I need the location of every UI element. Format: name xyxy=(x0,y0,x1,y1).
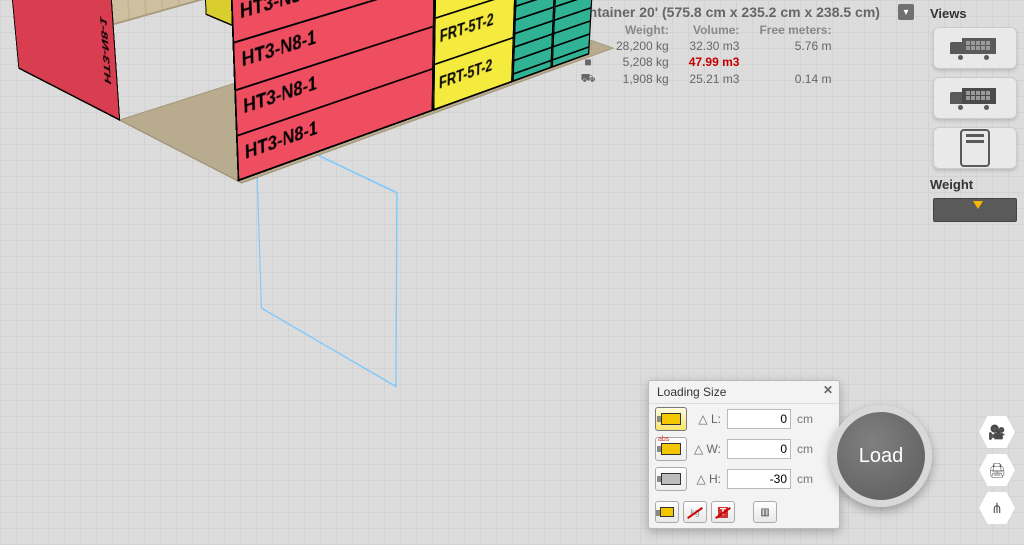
col-weight: Weight: xyxy=(606,22,679,38)
label-H: △ H: xyxy=(693,472,721,486)
weight-title: Weight xyxy=(930,177,1020,192)
input-W[interactable] xyxy=(727,439,791,459)
truck-rear-icon xyxy=(950,86,1000,110)
mode-relative-button[interactable] xyxy=(655,407,687,431)
label-L: △ L: xyxy=(693,412,721,426)
view-top-button[interactable] xyxy=(933,127,1017,169)
tb-no-text-button[interactable]: T xyxy=(711,501,735,523)
truck-side-icon xyxy=(950,36,1000,60)
stats-table: Weight: Volume: Free meters: ⊔ 28,200 kg… xyxy=(570,22,841,88)
label-W: △ W: xyxy=(693,442,721,456)
print-icon[interactable]: 🖨 xyxy=(978,453,1016,487)
load-button[interactable]: Load xyxy=(830,405,932,507)
panel-title: Loading Size xyxy=(657,385,726,399)
viewport-3d[interactable]: HT3-N8-1 HT3-N8-1 HT3-N8-1 HT3-N8-1 HT3-… xyxy=(48,90,708,470)
mode-height-button[interactable] xyxy=(655,467,687,491)
view-rear-button[interactable] xyxy=(933,77,1017,119)
container-title: Container 20' (575.8 cm x 235.2 cm x 238… xyxy=(570,4,880,20)
share-icon[interactable]: ⋔ xyxy=(978,491,1016,525)
tb-split-button[interactable]: ▥ xyxy=(753,501,777,523)
col-volume: Volume: xyxy=(679,22,750,38)
tb-no-weight-button[interactable]: kg xyxy=(683,501,707,523)
views-title: Views xyxy=(930,6,1020,21)
camera-icon[interactable]: 🎥 xyxy=(978,415,1016,449)
view-side-button[interactable] xyxy=(933,27,1017,69)
loading-size-panel: Loading Size ✕ △ L: cm abs △ W: cm △ H: … xyxy=(648,380,840,529)
tb-truck-button[interactable] xyxy=(655,501,679,523)
input-L[interactable] xyxy=(727,409,791,429)
col-free: Free meters: xyxy=(749,22,841,38)
container-dropdown[interactable]: ▾ xyxy=(898,4,914,20)
mode-absolute-button[interactable]: abs xyxy=(655,437,687,461)
weight-bar[interactable] xyxy=(933,198,1017,222)
truck-top-icon xyxy=(960,129,990,167)
input-H[interactable] xyxy=(727,469,791,489)
close-icon[interactable]: ✕ xyxy=(823,383,833,397)
pallet-icon: ⛟ xyxy=(570,70,606,88)
weight-marker-icon xyxy=(973,201,983,209)
